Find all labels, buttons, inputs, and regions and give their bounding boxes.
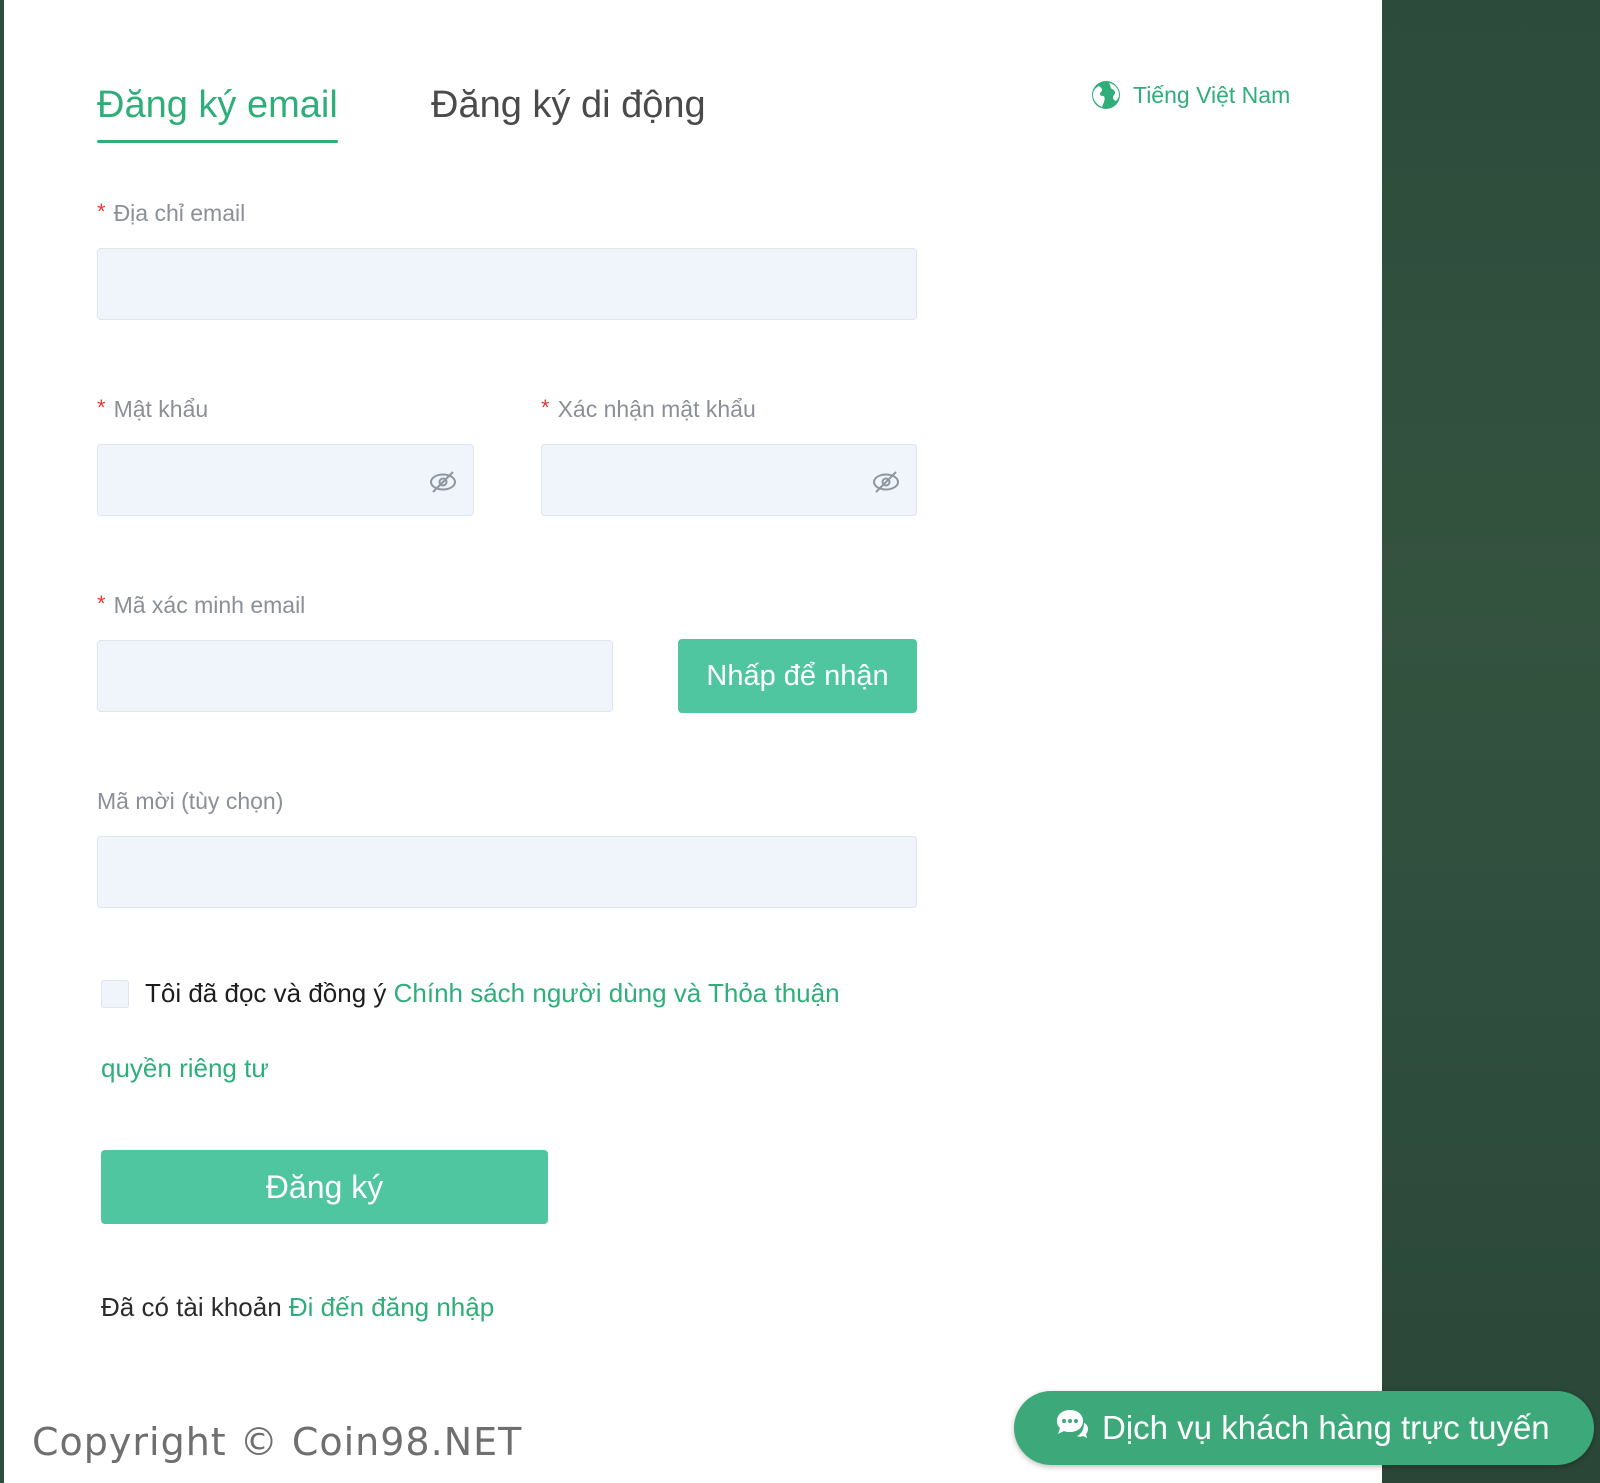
email-label-text: Địa chỉ email xyxy=(113,200,246,226)
password-label: * Mật khẩu xyxy=(97,395,209,423)
required-mark: * xyxy=(97,199,106,224)
language-selector[interactable]: Tiếng Việt Nam xyxy=(1091,80,1290,110)
eye-off-icon[interactable] xyxy=(872,470,900,494)
required-mark: * xyxy=(97,395,106,420)
globe-icon xyxy=(1091,80,1121,110)
verification-code-input[interactable] xyxy=(97,640,613,712)
required-mark: * xyxy=(97,591,106,616)
register-button[interactable]: Đăng ký xyxy=(101,1150,548,1224)
copyright-watermark: Copyright © Coin98.NET xyxy=(32,1420,523,1464)
invite-code-label: Mã mời (tùy chọn) xyxy=(97,788,284,814)
get-code-button[interactable]: Nhấp để nhận xyxy=(678,639,917,713)
login-link[interactable]: Đi đến đăng nhập xyxy=(289,1292,494,1322)
agree-checkbox[interactable] xyxy=(101,980,129,1008)
language-label: Tiếng Việt Nam xyxy=(1133,81,1291,108)
password-input[interactable] xyxy=(97,444,474,516)
login-prompt: Đã có tài khoản Đi đến đăng nhập xyxy=(101,1292,494,1323)
required-mark: * xyxy=(541,395,550,420)
background-image xyxy=(1382,0,1600,1483)
eye-off-icon[interactable] xyxy=(429,470,457,494)
active-tab-indicator xyxy=(97,140,338,143)
chat-bubbles-icon xyxy=(1054,1407,1090,1449)
confirm-password-label: * Xác nhận mật khẩu xyxy=(541,395,756,423)
verification-code-label: * Mã xác minh email xyxy=(97,591,306,619)
agreement-prefix: Tôi đã đọc và đồng ý xyxy=(145,978,394,1008)
customer-service-label: Dịch vụ khách hàng trực tuyến xyxy=(1102,1409,1550,1446)
privacy-link[interactable]: quyền riêng tư xyxy=(101,1053,269,1084)
policy-link[interactable]: Chính sách người dùng và Thỏa thuận xyxy=(394,978,840,1008)
agreement-text: Tôi đã đọc và đồng ý Chính sách người dù… xyxy=(145,978,840,1009)
register-panel: Đăng ký email Đăng ký di động Tiếng Việt… xyxy=(4,0,1382,1483)
email-label: * Địa chỉ email xyxy=(97,199,246,227)
tab-mobile-register[interactable]: Đăng ký di động xyxy=(431,84,706,127)
verification-code-label-text: Mã xác minh email xyxy=(113,592,306,618)
customer-service-button[interactable]: Dịch vụ khách hàng trực tuyến xyxy=(1014,1391,1594,1465)
invite-code-input[interactable] xyxy=(97,836,917,908)
email-input[interactable] xyxy=(97,248,917,320)
password-label-text: Mật khẩu xyxy=(113,396,209,422)
confirm-password-input[interactable] xyxy=(541,444,917,516)
confirm-password-label-text: Xác nhận mật khẩu xyxy=(557,396,756,422)
login-prefix: Đã có tài khoản xyxy=(101,1292,289,1322)
tab-email-register[interactable]: Đăng ký email xyxy=(97,84,338,127)
